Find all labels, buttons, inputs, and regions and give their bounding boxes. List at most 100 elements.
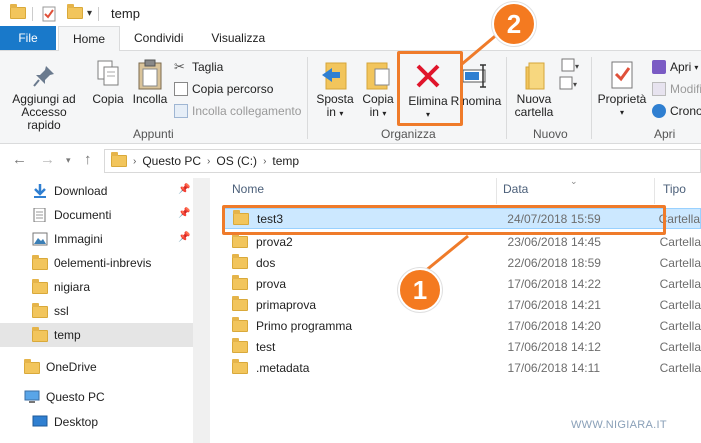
tab-file[interactable]: File <box>0 26 56 50</box>
nav-item-temp[interactable]: temp <box>0 323 193 347</box>
tab-home[interactable]: Home <box>58 26 121 51</box>
table-row[interactable]: dos 22/06/2018 18:59 Cartella <box>224 252 701 273</box>
folder-icon <box>232 232 248 248</box>
copy-to-button[interactable]: Copia in ▾ <box>358 59 398 120</box>
paste-button[interactable]: Incolla <box>130 59 170 106</box>
scissors-icon: ✂ <box>174 59 185 74</box>
group-label-nuovo: Nuovo <box>533 127 568 141</box>
table-row[interactable]: primaprova 17/06/2018 14:21 Cartella <box>224 294 701 315</box>
ribbon-divider <box>591 57 592 139</box>
pictures-icon <box>32 232 48 246</box>
folder-icon <box>232 295 248 311</box>
sort-chevron-icon: ⌄ <box>570 176 578 186</box>
nav-item-documenti[interactable]: Documenti 📌 <box>0 203 193 227</box>
table-row[interactable]: test 17/06/2018 14:12 Cartella <box>224 336 701 357</box>
new-folder-button[interactable]: Nuova cartella <box>510 59 558 119</box>
nav-item-immagini[interactable]: Immagini 📌 <box>0 227 193 251</box>
pin-icon[interactable]: 📌 <box>178 208 190 219</box>
step-1-badge: 1 <box>398 268 442 312</box>
edit-button[interactable]: Modifi <box>652 80 701 98</box>
folder-icon <box>32 327 48 342</box>
customize-toolbar-icon[interactable]: ▾ <box>87 8 92 19</box>
computer-icon <box>24 390 40 403</box>
svg-text:▾: ▾ <box>573 80 577 89</box>
paste-icon <box>138 59 162 90</box>
step-2-badge: 2 <box>492 2 536 46</box>
nav-item-ssl[interactable]: ssl <box>0 299 193 323</box>
download-icon <box>34 184 46 198</box>
breadcrumb-drive[interactable]: OS (C:) <box>216 154 257 168</box>
folder-icon <box>111 151 127 170</box>
copy-path-button[interactable]: Copia percorso <box>174 80 273 98</box>
nav-item-desktop[interactable]: Desktop <box>0 410 193 434</box>
table-row[interactable]: prova 17/06/2018 14:22 Cartella <box>224 273 701 294</box>
nav-scrollbar[interactable] <box>193 178 210 443</box>
paste-shortcut-icon <box>174 104 188 118</box>
edit-icon <box>652 82 666 96</box>
group-label-organizza: Organizza <box>381 127 436 141</box>
pin-quick-access-button[interactable]: Aggiungi ad Accesso rapido <box>4 63 84 132</box>
nav-item-onedrive[interactable]: OneDrive <box>0 355 193 379</box>
folder-icon <box>232 358 248 374</box>
recent-dropdown-icon[interactable]: ▾ <box>66 155 71 166</box>
folder-icon <box>232 337 248 353</box>
paste-shortcut-button[interactable]: Incolla collegamento <box>174 102 301 120</box>
pin-icon <box>33 66 54 87</box>
copy-path-icon <box>174 82 188 96</box>
breadcrumb-questo-pc[interactable]: Questo PC <box>142 154 201 168</box>
nav-item-questo-pc[interactable]: Questo PC <box>0 385 193 409</box>
table-row[interactable]: .metadata 17/06/2018 14:11 Cartella <box>224 357 701 378</box>
ribbon-divider <box>307 57 308 139</box>
address-row: ← → ▾ ↑ › Questo PC › OS (C:) › temp <box>0 144 701 178</box>
folder-icon <box>232 316 248 332</box>
group-label-appunti: Appunti <box>133 127 174 141</box>
documents-icon <box>33 208 46 222</box>
nav-item-0elementi-inbrevis[interactable]: 0elementi-inbrevis <box>0 251 193 275</box>
ribbon-divider <box>506 57 507 139</box>
window-title: temp <box>111 6 140 21</box>
nav-item-nigiara[interactable]: nigiara <box>0 275 193 299</box>
move-to-icon <box>322 62 347 90</box>
breadcrumb-separator-icon[interactable]: › <box>207 156 210 167</box>
address-bar[interactable]: › Questo PC › OS (C:) › temp <box>104 149 701 173</box>
table-row[interactable]: Primo programma 17/06/2018 14:20 Cartell… <box>224 315 701 336</box>
folder-icon <box>24 359 40 374</box>
back-arrow-icon[interactable]: ← <box>12 151 27 168</box>
column-header-nome[interactable]: Nome <box>232 182 264 196</box>
column-header-data[interactable]: Data <box>503 182 528 196</box>
tab-visualizza[interactable]: Visualizza <box>197 26 279 50</box>
copy-button[interactable]: Copia <box>88 59 128 106</box>
breadcrumb-separator-icon[interactable]: › <box>263 156 266 167</box>
breadcrumb-separator-icon[interactable]: › <box>133 156 136 167</box>
folder-icon <box>32 303 48 318</box>
up-arrow-icon[interactable]: ↑ <box>84 151 92 168</box>
forward-arrow-icon[interactable]: → <box>40 151 55 168</box>
breadcrumb-temp[interactable]: temp <box>272 154 299 168</box>
tab-condividi[interactable]: Condividi <box>120 26 197 50</box>
group-label-apri: Apri <box>654 127 676 141</box>
pin-icon[interactable]: 📌 <box>178 184 190 195</box>
properties-button[interactable]: Proprietà ▾ <box>594 59 650 119</box>
open-button[interactable]: Apri ▾ <box>652 58 698 76</box>
new-folder-icon <box>525 62 545 90</box>
column-header-tipo[interactable]: Tipo <box>663 182 686 196</box>
new-folder-icon[interactable] <box>67 4 83 23</box>
copy-to-icon <box>366 62 390 90</box>
history-icon <box>652 104 666 118</box>
new-item-icon[interactable]: ▾ ▾ <box>558 57 584 97</box>
properties-icon[interactable] <box>41 6 57 22</box>
copy-icon <box>97 60 119 86</box>
history-button[interactable]: Crono <box>652 102 701 120</box>
navigation-pane: Download 📌 Documenti 📌 Immagini 📌 0eleme… <box>0 178 195 443</box>
highlight-elimina <box>397 51 463 126</box>
cut-button[interactable]: ✂ Taglia <box>174 58 223 76</box>
ribbon: Aggiungi ad Accesso rapido Copia Incolla… <box>0 51 701 144</box>
folder-icon <box>10 4 26 23</box>
properties-check-icon <box>611 61 633 89</box>
folder-icon <box>32 255 48 270</box>
folder-icon <box>232 274 248 290</box>
pin-icon[interactable]: 📌 <box>178 232 190 243</box>
rename-icon <box>462 64 486 88</box>
nav-item-download[interactable]: Download 📌 <box>0 179 193 203</box>
move-to-button[interactable]: Sposta in ▾ <box>314 59 356 120</box>
